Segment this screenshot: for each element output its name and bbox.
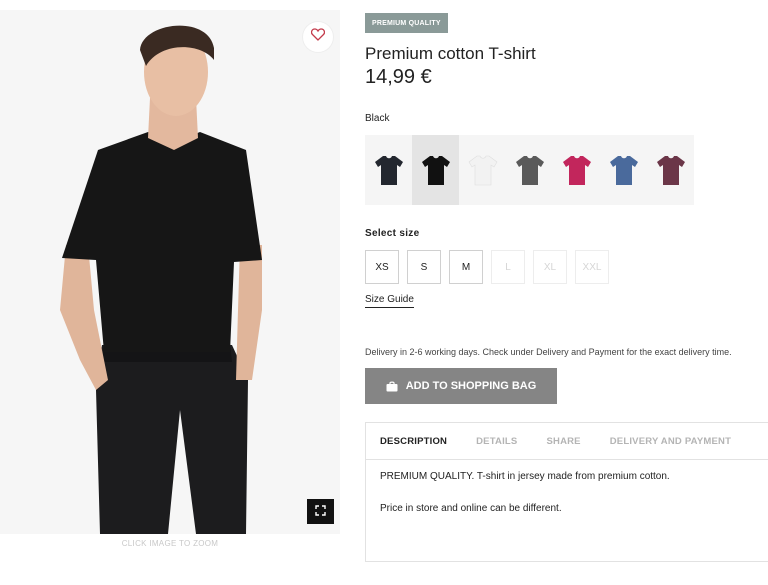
color-swatch-blue[interactable] — [600, 135, 647, 205]
size-option-s[interactable]: S — [407, 250, 441, 284]
color-swatch-white[interactable] — [459, 135, 506, 205]
size-option-l: L — [491, 250, 525, 284]
description-line: Price in store and online can be differe… — [380, 503, 562, 514]
tab-delivery-and-payment[interactable]: DELIVERY AND PAYMENT — [610, 436, 731, 447]
tshirt-icon — [468, 155, 497, 186]
tshirt-icon — [656, 156, 685, 185]
model-image — [0, 10, 340, 534]
expand-icon — [315, 503, 326, 521]
tshirt-icon — [609, 156, 638, 185]
heart-icon — [310, 28, 326, 46]
tab-bar: DESCRIPTION DETAILS SHARE DELIVERY AND PAYM… — [366, 423, 768, 460]
color-swatch-dark-grey[interactable] — [506, 135, 553, 205]
tshirt-icon — [515, 156, 544, 185]
product-info-tabs: DESCRIPTION DETAILS SHARE DELIVERY AND PAYM… — [365, 422, 768, 562]
tshirt-icon — [374, 156, 403, 185]
description-panel: PREMIUM QUALITY. T-shirt in jersey made … — [366, 460, 768, 546]
product-price: 14,99 € — [365, 66, 432, 88]
size-option-xs[interactable]: XS — [365, 250, 399, 284]
fullscreen-button[interactable] — [307, 499, 334, 524]
product-title: Premium cotton T-shirt — [365, 44, 536, 63]
size-option-xl: XL — [533, 250, 567, 284]
size-options: XS S M L XL XXL — [365, 250, 617, 284]
favorite-button[interactable] — [303, 22, 333, 52]
color-swatch-cerise[interactable] — [553, 135, 600, 205]
color-swatches — [365, 135, 694, 205]
tshirt-icon — [562, 156, 591, 185]
description-line: PREMIUM QUALITY. T-shirt in jersey made … — [380, 471, 670, 482]
product-gallery: CLICK IMAGE TO ZOOM — [0, 0, 345, 560]
tab-details[interactable]: DETAILS — [476, 436, 517, 447]
add-to-bag-button[interactable]: ADD TO SHOPPING BAG — [365, 368, 557, 404]
size-option-xxl: XXL — [575, 250, 609, 284]
select-size-label: Select size — [365, 228, 420, 239]
size-option-m[interactable]: M — [449, 250, 483, 284]
selected-color-label: Black — [365, 113, 390, 124]
shopping-bag-icon — [386, 381, 398, 392]
zoom-caption: CLICK IMAGE TO ZOOM — [121, 539, 219, 548]
add-to-bag-label: ADD TO SHOPPING BAG — [405, 380, 537, 392]
premium-badge: PREMIUM QUALITY — [365, 13, 448, 33]
color-swatch-black[interactable] — [412, 135, 459, 205]
delivery-info: Delivery in 2-6 working days. Check unde… — [365, 347, 732, 357]
tshirt-icon — [421, 156, 450, 185]
tab-description[interactable]: DESCRIPTION — [380, 436, 447, 447]
product-photo[interactable] — [0, 10, 340, 534]
color-swatch-dark-navy[interactable] — [365, 135, 412, 205]
size-guide-link[interactable]: Size Guide — [365, 294, 414, 308]
color-swatch-plum[interactable] — [647, 135, 694, 205]
tab-share[interactable]: SHARE — [546, 436, 580, 447]
